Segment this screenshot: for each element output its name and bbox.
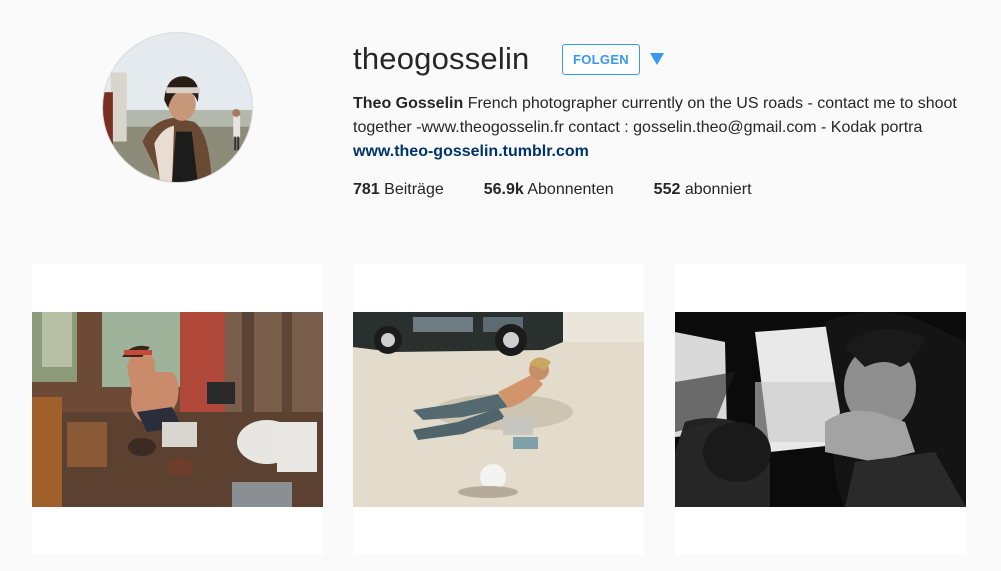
post-tile-2[interactable] [353, 264, 644, 555]
stat-posts-label: Beiträge [384, 181, 444, 198]
stat-following-count: 552 [653, 181, 681, 198]
stat-followers-count: 56.9k [483, 181, 524, 198]
post-photo-3 [675, 312, 966, 507]
stat-followers-label: Abonnenten [527, 181, 614, 198]
stat-following-label: abonniert [684, 181, 752, 198]
post-tile-1[interactable] [32, 264, 323, 555]
profile-stats: 781 Beiträge 56.9k Abonnenten 552 abonni… [353, 179, 792, 201]
profile-page: theogosselin FOLGEN Theo Gosselin French… [0, 0, 1001, 571]
stat-following[interactable]: 552 abonniert [654, 179, 752, 201]
post-tile-3[interactable] [675, 264, 966, 555]
stat-posts-count: 781 [353, 181, 380, 198]
stat-posts: 781 Beiträge [353, 179, 444, 201]
bio-name: Theo Gosselin [353, 95, 464, 112]
profile-username: theogosselin [353, 41, 530, 76]
profile-avatar[interactable] [102, 32, 253, 183]
profile-bio: Theo Gosselin French photographer curren… [353, 92, 963, 164]
post-photo-1 [32, 312, 323, 507]
avatar-photo [103, 33, 252, 182]
bio-website-link[interactable]: www.theo-gosselin.tumblr.com [353, 143, 589, 160]
post-photo-2 [353, 312, 644, 507]
follow-button[interactable]: FOLGEN [562, 44, 640, 75]
stat-followers[interactable]: 56.9k Abonnenten [484, 179, 614, 201]
dropdown-caret-icon[interactable] [650, 53, 664, 65]
